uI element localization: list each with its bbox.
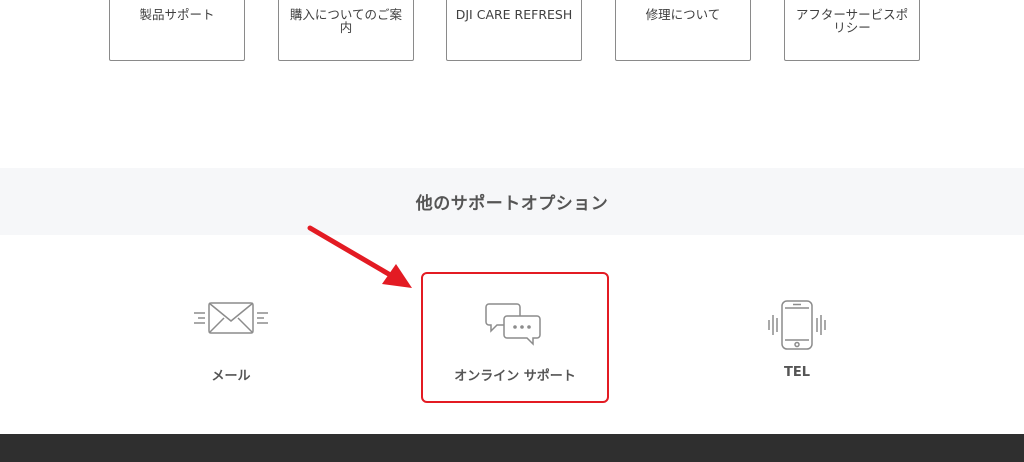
card-label: 製品サポート xyxy=(139,7,215,22)
card-label: 修理について xyxy=(645,7,721,22)
card-label: 購入についてのご案内 xyxy=(289,7,403,35)
card-label: DJI CARE REFRESH xyxy=(455,7,573,22)
footer-bar xyxy=(0,434,1024,462)
mail-icon xyxy=(141,300,321,350)
option-mail[interactable]: メール xyxy=(141,290,321,390)
option-label: メール xyxy=(211,369,251,384)
phone-icon xyxy=(707,300,887,350)
card-after-service-policy[interactable]: アフターサービスポリシー xyxy=(784,0,920,61)
option-tel[interactable]: TEL xyxy=(707,290,887,390)
card-repair[interactable]: 修理について xyxy=(615,0,751,61)
option-label: TEL xyxy=(783,365,811,380)
option-label: オンライン サポート xyxy=(454,369,576,384)
other-support-options-header: 他のサポートオプション xyxy=(0,168,1024,235)
top-support-cards: 製品サポート 購入についてのご案内 DJI CARE REFRESH 修理につい… xyxy=(0,0,1024,62)
chat-bubbles-icon xyxy=(425,300,605,350)
card-product-support[interactable]: 製品サポート xyxy=(109,0,245,61)
card-label: アフターサービスポリシー xyxy=(795,7,909,35)
card-purchase-guide[interactable]: 購入についてのご案内 xyxy=(278,0,414,61)
option-online-support[interactable]: オンライン サポート xyxy=(425,290,605,390)
card-dji-care-refresh[interactable]: DJI CARE REFRESH xyxy=(446,0,582,61)
section-title: 他のサポートオプション xyxy=(415,194,609,214)
